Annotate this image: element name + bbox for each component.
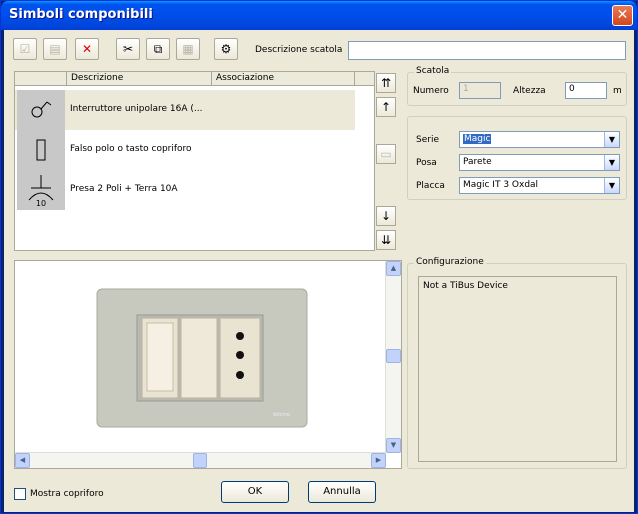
frame-icon: ▭ [380,147,392,161]
move-top-button[interactable]: ⇈ [376,73,396,93]
chevron-down-icon[interactable]: ▼ [604,178,619,193]
header-associazione[interactable]: Associazione [212,72,355,86]
scroll-left-icon[interactable]: ◀ [15,453,30,468]
settings-group: Serie Magic ▼ Posa Parete ▼ Placca Magic… [407,116,627,200]
delete-button[interactable]: ✕ [75,38,99,60]
properties-button[interactable]: ▤ [43,38,67,60]
hscroll-thumb[interactable] [193,453,207,468]
row-description: Presa 2 Poli + Terra 10A [70,184,178,194]
row-description: Falso polo o tasto copriforo [70,144,192,154]
move-bottom-icon: ⇊ [380,233,392,247]
chevron-down-icon[interactable]: ▼ [604,155,619,170]
list-header: Descrizione Associazione [15,72,374,86]
plate-preview: bticino [96,288,308,428]
paste-icon: ▦ [182,42,194,56]
list-item[interactable]: Falso polo o tasto copriforo [15,130,355,170]
paste-button[interactable]: ▦ [176,38,200,60]
arrow-down-icon: ↓ [380,209,392,223]
arrow-up-icon: ↑ [380,100,392,114]
serie-label: Serie [416,135,439,145]
configurazione-box: Not a TiBus Device [418,276,617,462]
copy-icon: ⧉ [153,42,163,56]
dialog-window: Simboli componibili ✕ ☑ ▤ ✕ ✂ ⧉ ▦ ⚙ Desc… [0,0,638,514]
ok-button[interactable]: OK [221,481,289,503]
symbols-list[interactable]: Descrizione Associazione Interruttore un… [14,71,375,251]
posa-select[interactable]: Parete ▼ [459,154,620,171]
preview-panel: bticino ▲ ▼ ◀ ▶ [14,260,402,469]
list-item[interactable]: Interruttore unipolare 16A (... [15,90,355,130]
delete-icon: ✕ [81,42,93,56]
altezza-input[interactable]: 0 [565,82,607,99]
preview-hscroll[interactable]: ◀ ▶ [15,452,386,468]
serie-select[interactable]: Magic ▼ [459,131,620,148]
descrizione-scatola-input[interactable] [348,41,626,60]
numero-label: Numero [413,86,449,96]
mostra-copriforo-label[interactable]: Mostra copriforo [30,489,104,499]
socket-symbol-text: 10 [36,199,46,208]
row-description: Interruttore unipolare 16A (... [70,104,203,114]
configurazione-group: Configurazione Not a TiBus Device [407,257,627,469]
altezza-unit: m [613,86,622,96]
posa-label: Posa [416,158,437,168]
altezza-label: Altezza [513,86,546,96]
edit-button[interactable]: ☑ [13,38,37,60]
move-up-button[interactable]: ↑ [376,97,396,117]
numero-input: 1 [459,82,501,99]
header-symbol[interactable] [15,72,67,86]
window-title: Simboli componibili [9,7,153,22]
configurazione-title: Configurazione [414,257,486,267]
placca-select[interactable]: Magic IT 3 Oxdal ▼ [459,177,620,194]
descrizione-scatola-label: Descrizione scatola [255,45,343,55]
scroll-right-icon[interactable]: ▶ [371,453,386,468]
cut-icon: ✂ [122,42,134,56]
title-bar[interactable]: Simboli componibili ✕ [1,1,637,30]
settings-button[interactable]: ⚙ [214,38,238,60]
placca-value: Magic IT 3 Oxdal [463,180,539,190]
configurazione-text: Not a TiBus Device [423,281,508,291]
move-down-button[interactable]: ↓ [376,206,396,226]
scatola-group: Scatola Numero 1 Altezza 0 m [407,66,627,106]
preview-vscroll[interactable]: ▲ ▼ [385,261,401,453]
socket-symbol-icon: 10 [17,170,65,210]
switch-symbol-icon [17,90,65,130]
list-item[interactable]: 10 Presa 2 Poli + Terra 10A [15,170,355,210]
close-button[interactable]: ✕ [612,5,633,26]
settings-icon: ⚙ [220,42,232,56]
scroll-down-icon[interactable]: ▼ [386,438,401,453]
annulla-button[interactable]: Annulla [308,481,376,503]
close-icon: ✕ [616,7,629,23]
serie-value: Magic [463,134,492,144]
chevron-down-icon[interactable]: ▼ [604,132,619,147]
placca-label: Placca [416,181,445,191]
posa-value: Parete [463,157,492,167]
edit-icon: ☑ [19,42,31,56]
move-top-icon: ⇈ [380,76,392,90]
move-bottom-button[interactable]: ⇊ [376,230,396,250]
mostra-copriforo-checkbox[interactable] [14,488,26,500]
scatola-title: Scatola [414,66,452,76]
middle-button[interactable]: ▭ [376,144,396,164]
copy-button[interactable]: ⧉ [146,38,170,60]
vscroll-thumb[interactable] [386,349,401,363]
cut-button[interactable]: ✂ [116,38,140,60]
header-descrizione[interactable]: Descrizione [67,72,212,86]
dialog-client: ☑ ▤ ✕ ✂ ⧉ ▦ ⚙ Descrizione scatola Descri… [4,30,634,512]
brand-text: bticino [273,412,290,418]
properties-icon: ▤ [49,42,61,56]
scroll-up-icon[interactable]: ▲ [386,261,401,276]
blank-symbol-icon [17,130,65,170]
